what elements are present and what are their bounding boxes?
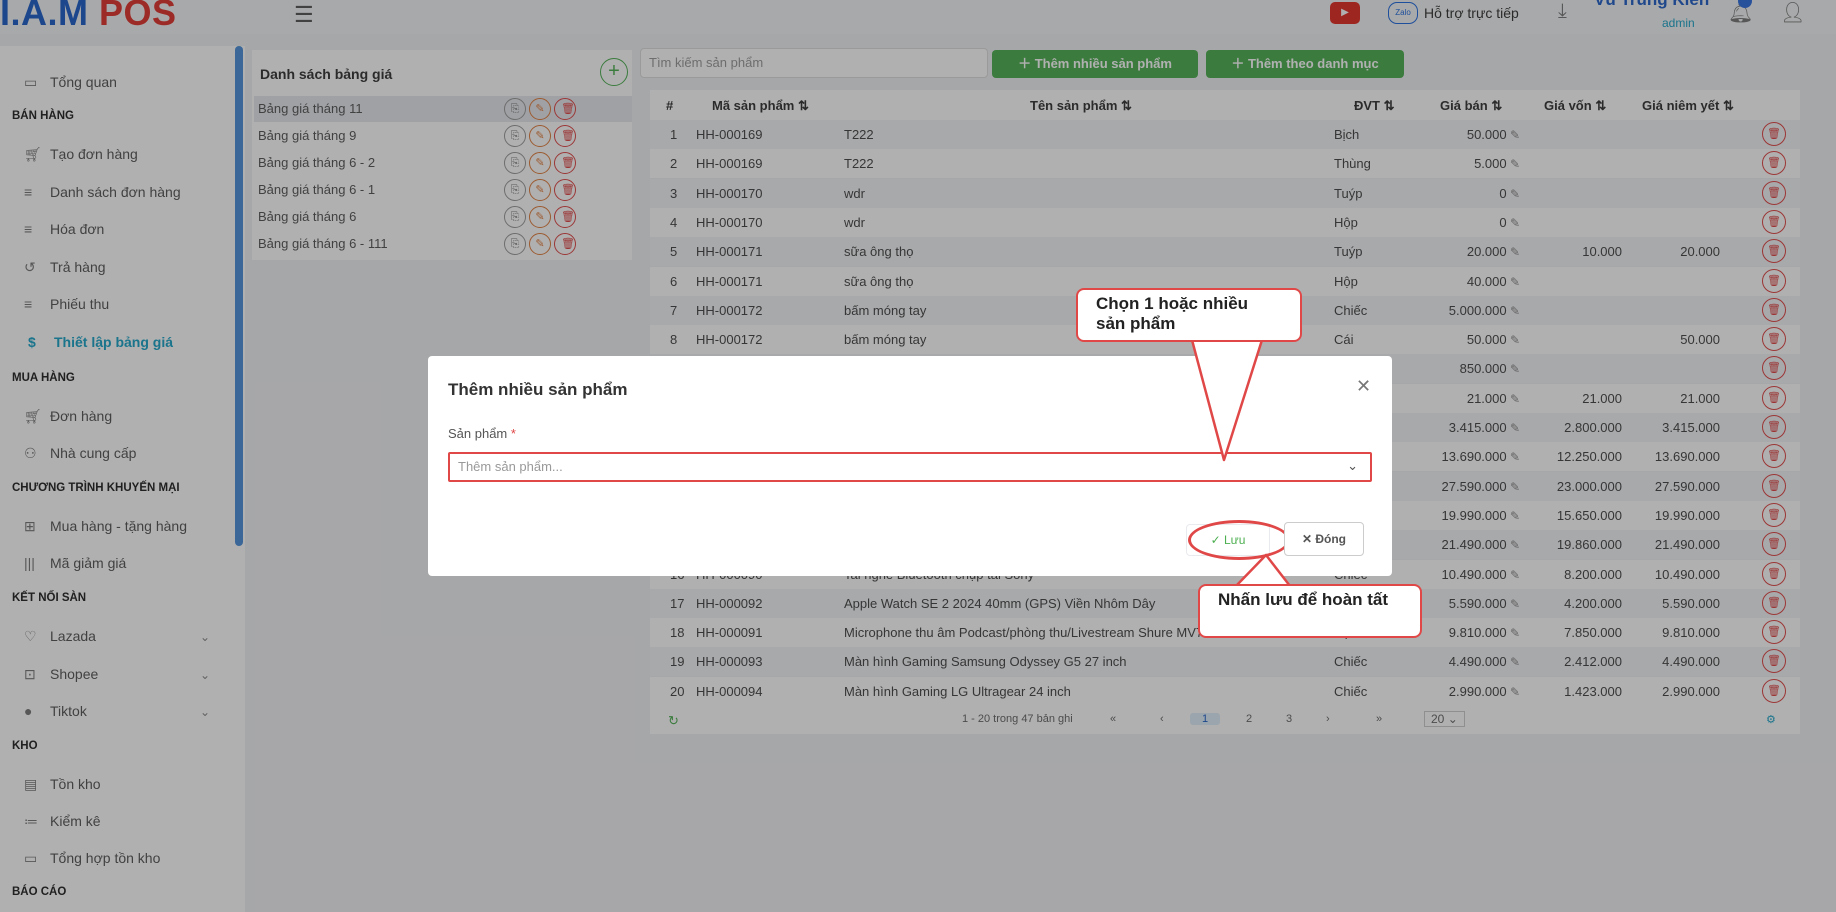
product-field-label: Sản phẩm * <box>448 426 516 441</box>
callout-save-finish: Nhấn lưu để hoàn tất <box>1198 584 1422 638</box>
add-many-products-modal: Thêm nhiều sản phẩm ✕ Sản phẩm * Thêm sả… <box>428 356 1392 576</box>
product-select[interactable]: Thêm sản phẩm... ⌄ <box>448 452 1372 482</box>
modal-title: Thêm nhiều sản phẩm <box>448 380 628 399</box>
chevron-down-icon: ⌄ <box>1347 458 1358 473</box>
close-icon: ✕ <box>1301 532 1316 546</box>
save-highlight-ring <box>1188 520 1290 560</box>
close-icon[interactable]: ✕ <box>1356 376 1371 397</box>
callout-select-products: Chọn 1 hoặc nhiều sản phẩm <box>1076 288 1302 342</box>
close-button[interactable]: ✕ Đóng <box>1284 522 1364 556</box>
